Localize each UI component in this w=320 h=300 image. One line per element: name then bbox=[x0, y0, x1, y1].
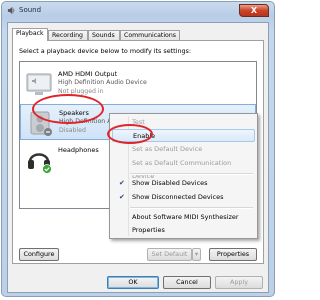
device-status: Disabled bbox=[59, 127, 86, 134]
menu-item-label: Show Disabled Devices bbox=[132, 179, 208, 187]
tab-sounds[interactable]: Sounds bbox=[88, 30, 120, 40]
checkmark-icon: ✔ bbox=[119, 179, 125, 187]
device-name: Headphones bbox=[58, 146, 99, 154]
menu-item-label: Properties bbox=[132, 226, 165, 234]
menu-item-label: Set as Default Device bbox=[132, 145, 203, 153]
window-title: Sound bbox=[19, 6, 42, 14]
menu-item-show-disconnected[interactable]: ✔ Show Disconnected Devices bbox=[112, 191, 255, 204]
device-name: AMD HDMI Output bbox=[58, 70, 118, 78]
close-button[interactable]: X bbox=[239, 4, 269, 17]
instruction-text: Select a playback device below to modify… bbox=[19, 47, 192, 55]
menu-separator bbox=[130, 173, 253, 175]
tab-communications[interactable]: Communications bbox=[120, 30, 180, 40]
monitor-speaker-icon bbox=[26, 73, 52, 95]
headphones-icon bbox=[28, 153, 52, 174]
menu-item-label: Show Disconnected Devices bbox=[132, 193, 224, 201]
speaker-icon bbox=[7, 6, 15, 15]
properties-button[interactable]: Properties bbox=[209, 248, 257, 261]
menu-item-about-midi[interactable]: About Software MIDI Synthesizer bbox=[112, 211, 255, 224]
configure-button[interactable]: Configure bbox=[19, 248, 59, 261]
set-default-dropdown[interactable]: ▾ bbox=[192, 248, 201, 261]
apply-button[interactable]: Apply bbox=[215, 276, 263, 289]
menu-item-show-disabled[interactable]: ✔ Show Disabled Devices bbox=[112, 177, 255, 190]
menu-item-set-default-device[interactable]: Set as Default Device bbox=[112, 143, 255, 156]
tab-playback[interactable]: Playback bbox=[12, 28, 48, 41]
menu-item-properties[interactable]: Properties bbox=[112, 224, 255, 237]
device-description: High Definition Audio Device bbox=[58, 79, 147, 86]
title-bar: Sound X bbox=[2, 2, 274, 20]
menu-item-set-default-communication[interactable]: Set as Default Communication Device bbox=[112, 157, 255, 180]
tab-recording[interactable]: Recording bbox=[48, 30, 88, 40]
menu-item-label: About Software MIDI Synthesizer bbox=[132, 213, 239, 221]
menu-separator bbox=[130, 207, 253, 209]
cancel-button[interactable]: Cancel bbox=[163, 276, 211, 289]
set-default-button[interactable]: Set Default bbox=[147, 248, 192, 261]
ok-button[interactable]: OK bbox=[107, 276, 159, 289]
chevron-down-icon: ▾ bbox=[194, 250, 199, 258]
checkmark-icon: ✔ bbox=[119, 193, 125, 201]
annotation-circle-enable bbox=[107, 124, 153, 144]
annotation-circle-speakers bbox=[32, 94, 104, 124]
